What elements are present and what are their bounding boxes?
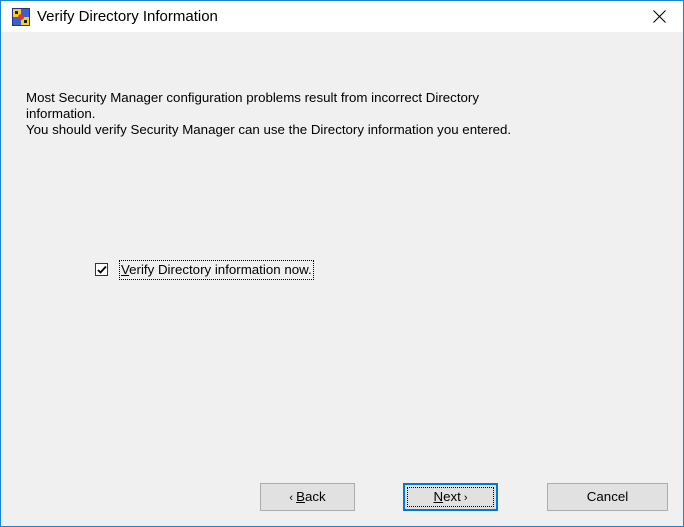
title-bar[interactable]: Verify Directory Information xyxy=(1,1,683,32)
verify-now-checkbox[interactable] xyxy=(95,263,108,276)
close-icon xyxy=(653,10,666,23)
back-label: ack xyxy=(304,489,326,504)
message-line-2: information. xyxy=(26,106,96,121)
verify-now-mnemonic: V xyxy=(121,262,130,277)
next-arrow-icon: › xyxy=(460,492,468,504)
dialog-window: Verify Directory Information Most Securi… xyxy=(0,0,684,527)
next-label: ext xyxy=(443,489,461,504)
window-title: Verify Directory Information xyxy=(37,8,218,25)
message-line-1: Most Security Manager configuration prob… xyxy=(26,90,479,105)
verify-now-label-text: erify Directory information now. xyxy=(129,262,312,277)
cancel-button[interactable]: Cancel xyxy=(547,483,668,511)
verify-now-label[interactable]: Verify Directory information now. xyxy=(119,260,314,280)
back-mnemonic: B xyxy=(296,489,305,504)
app-icon xyxy=(12,8,30,26)
message-line-3: You should verify Security Manager can u… xyxy=(26,122,512,137)
back-button[interactable]: ‹ Back xyxy=(260,483,355,511)
next-button[interactable]: Next › xyxy=(403,483,498,511)
close-button[interactable] xyxy=(637,1,683,32)
checkmark-icon xyxy=(97,265,107,274)
next-mnemonic: N xyxy=(433,489,444,504)
dialog-body: Most Security Manager configuration prob… xyxy=(1,32,683,526)
